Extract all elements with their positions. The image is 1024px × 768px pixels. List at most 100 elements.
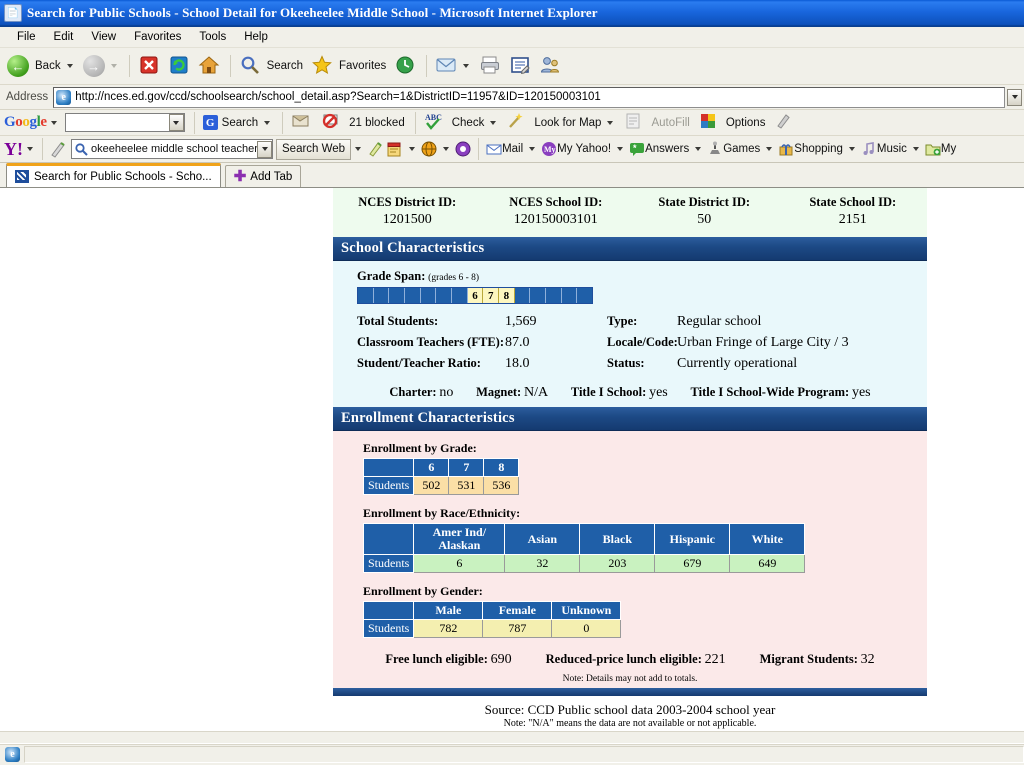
- print-button[interactable]: [476, 51, 506, 81]
- favorites-button[interactable]: Favorites: [308, 51, 391, 81]
- menu-item-edit[interactable]: Edit: [45, 29, 83, 45]
- yahoo-mail-button[interactable]: Mail: [484, 141, 525, 157]
- tab-school-detail[interactable]: Search for Public Schools - Scho...: [6, 163, 221, 187]
- google-spellcheck-button[interactable]: ABC Check: [421, 110, 504, 135]
- table-row: Students 502 531 536: [362, 476, 520, 495]
- refresh-button[interactable]: [165, 51, 195, 81]
- gender-row-header: Students: [362, 619, 415, 638]
- menu-item-favorites[interactable]: Favorites: [125, 29, 190, 45]
- yahoo-menu-caret-icon[interactable]: [27, 147, 33, 151]
- forward-dropdown-caret-icon[interactable]: [110, 64, 117, 68]
- yahoo-highlighter-icon[interactable]: [365, 139, 385, 159]
- menu-item-help[interactable]: Help: [235, 29, 277, 45]
- google-popup-blocker-button[interactable]: 21 blocked: [318, 110, 410, 135]
- google-search-button[interactable]: G Search: [200, 110, 277, 135]
- yahoo-answers-button[interactable]: * Answers: [627, 141, 691, 157]
- pagerank-icon: [291, 111, 315, 135]
- reduced-lunch-item: Reduced-price lunch eligible: 221: [546, 652, 726, 668]
- yahoo-more-button[interactable]: My: [923, 141, 958, 157]
- google-menu-caret-icon[interactable]: [50, 120, 57, 125]
- globe-icon[interactable]: [419, 139, 439, 159]
- search-button[interactable]: Search: [236, 51, 308, 81]
- address-dropdown-button[interactable]: [1007, 88, 1022, 106]
- tab-favicon-icon: [15, 170, 29, 183]
- mail-dropdown-caret-icon[interactable]: [463, 64, 470, 68]
- google-search-caret-icon[interactable]: [264, 120, 271, 125]
- pencil-icon[interactable]: [48, 139, 68, 159]
- music-caret-icon[interactable]: [912, 147, 919, 151]
- yahoo-music-button[interactable]: Music: [859, 141, 909, 157]
- menu-item-file[interactable]: File: [8, 29, 45, 45]
- add-tab-button[interactable]: ✚ Add Tab: [224, 165, 302, 187]
- lunch-summary-row: Free lunch eligible: 690 Reduced-price l…: [333, 652, 927, 668]
- back-dropdown-caret-icon[interactable]: [66, 64, 73, 68]
- messenger-button[interactable]: [536, 51, 566, 81]
- stop-icon: [138, 54, 162, 78]
- grade-cell: [420, 288, 437, 303]
- answers-icon: *: [629, 141, 645, 157]
- my-yahoo-caret-icon[interactable]: [617, 147, 624, 151]
- race-value-asian: 32: [504, 554, 581, 573]
- answers-caret-icon[interactable]: [695, 147, 702, 151]
- yahoo-search-web-caret-icon[interactable]: [355, 147, 362, 151]
- home-button[interactable]: [195, 51, 225, 81]
- forward-button[interactable]: →: [80, 51, 124, 81]
- toolbar-separator-2: [229, 55, 231, 77]
- yahoo-search-web-button[interactable]: Search Web: [276, 138, 352, 160]
- history-button[interactable]: [391, 51, 421, 81]
- locale-value: Urban Fringe of Large City / 3: [677, 335, 849, 350]
- window-icon: 📄: [4, 4, 22, 22]
- google-search-history-button[interactable]: [168, 114, 184, 131]
- menu-item-tools[interactable]: Tools: [190, 29, 235, 45]
- yahoo-search-history-button[interactable]: [257, 140, 272, 158]
- yahoo-shopping-button[interactable]: Shopping: [776, 141, 845, 157]
- google-options-button[interactable]: Options: [695, 110, 771, 135]
- google-map-caret-icon[interactable]: [607, 120, 614, 125]
- globe-caret-icon[interactable]: [443, 147, 450, 151]
- yahoo-search-input[interactable]: okeeheelee middle school teachers: [71, 139, 273, 159]
- grade-cell: [373, 288, 390, 303]
- page-icon: e: [56, 89, 72, 105]
- menu-item-view[interactable]: View: [82, 29, 125, 45]
- notepad-caret-icon[interactable]: [409, 147, 416, 151]
- edit-page-button[interactable]: [506, 51, 536, 81]
- antispy-icon[interactable]: [453, 139, 473, 159]
- google-search-input[interactable]: [64, 113, 185, 132]
- reduced-lunch-value: 221: [704, 652, 726, 667]
- forward-arrow-icon: →: [82, 54, 107, 78]
- address-url-text: http://nces.ed.gov/ccd/schoolsearch/scho…: [75, 91, 601, 103]
- google-pagerank-button[interactable]: [288, 110, 318, 135]
- state-school-id-label: State School ID:: [809, 195, 897, 209]
- grade-cell: [577, 288, 593, 303]
- yahoo-games-label: Games: [723, 143, 761, 155]
- my-yahoo-button[interactable]: My My Yahoo!: [539, 141, 613, 157]
- charter-label: Charter:: [389, 385, 437, 399]
- mail-button[interactable]: [432, 51, 476, 81]
- enrollment-by-grade-label: Enrollment by Grade:: [363, 441, 477, 455]
- back-button[interactable]: ← Back: [4, 51, 80, 81]
- google-lookformap-button[interactable]: Look for Map: [503, 110, 620, 135]
- migrant-students-value: 32: [860, 652, 875, 667]
- toolbar-separator-3: [426, 55, 428, 77]
- options-icon: [698, 111, 722, 135]
- grade-cell: [389, 288, 406, 303]
- google-check-caret-icon[interactable]: [490, 120, 497, 125]
- google-g-icon: G: [202, 115, 218, 130]
- student-teacher-ratio-label: Student/Teacher Ratio:: [357, 356, 481, 370]
- games-caret-icon[interactable]: [766, 147, 773, 151]
- menu-bar: File Edit View Favorites Tools Help: [0, 27, 1024, 48]
- yahoo-mail-caret-icon[interactable]: [529, 147, 536, 151]
- address-input[interactable]: e http://nces.ed.gov/ccd/schoolsearch/sc…: [53, 86, 1005, 108]
- stop-button[interactable]: [135, 51, 165, 81]
- star-icon: [311, 54, 335, 78]
- notepad-icon[interactable]: [385, 139, 405, 159]
- nces-district-id-value: 1201500: [382, 212, 432, 227]
- state-school-id: State School ID: 2151: [779, 194, 928, 229]
- google-highlight-button[interactable]: [770, 110, 800, 135]
- yahoo-games-button[interactable]: Games: [705, 141, 762, 157]
- popup-blocker-icon: [321, 111, 345, 135]
- shopping-caret-icon[interactable]: [848, 147, 855, 151]
- nces-school-id-value: 120150003101: [513, 212, 598, 227]
- google-logo: Google: [4, 114, 47, 130]
- google-autofill-button[interactable]: AutoFill: [620, 110, 694, 135]
